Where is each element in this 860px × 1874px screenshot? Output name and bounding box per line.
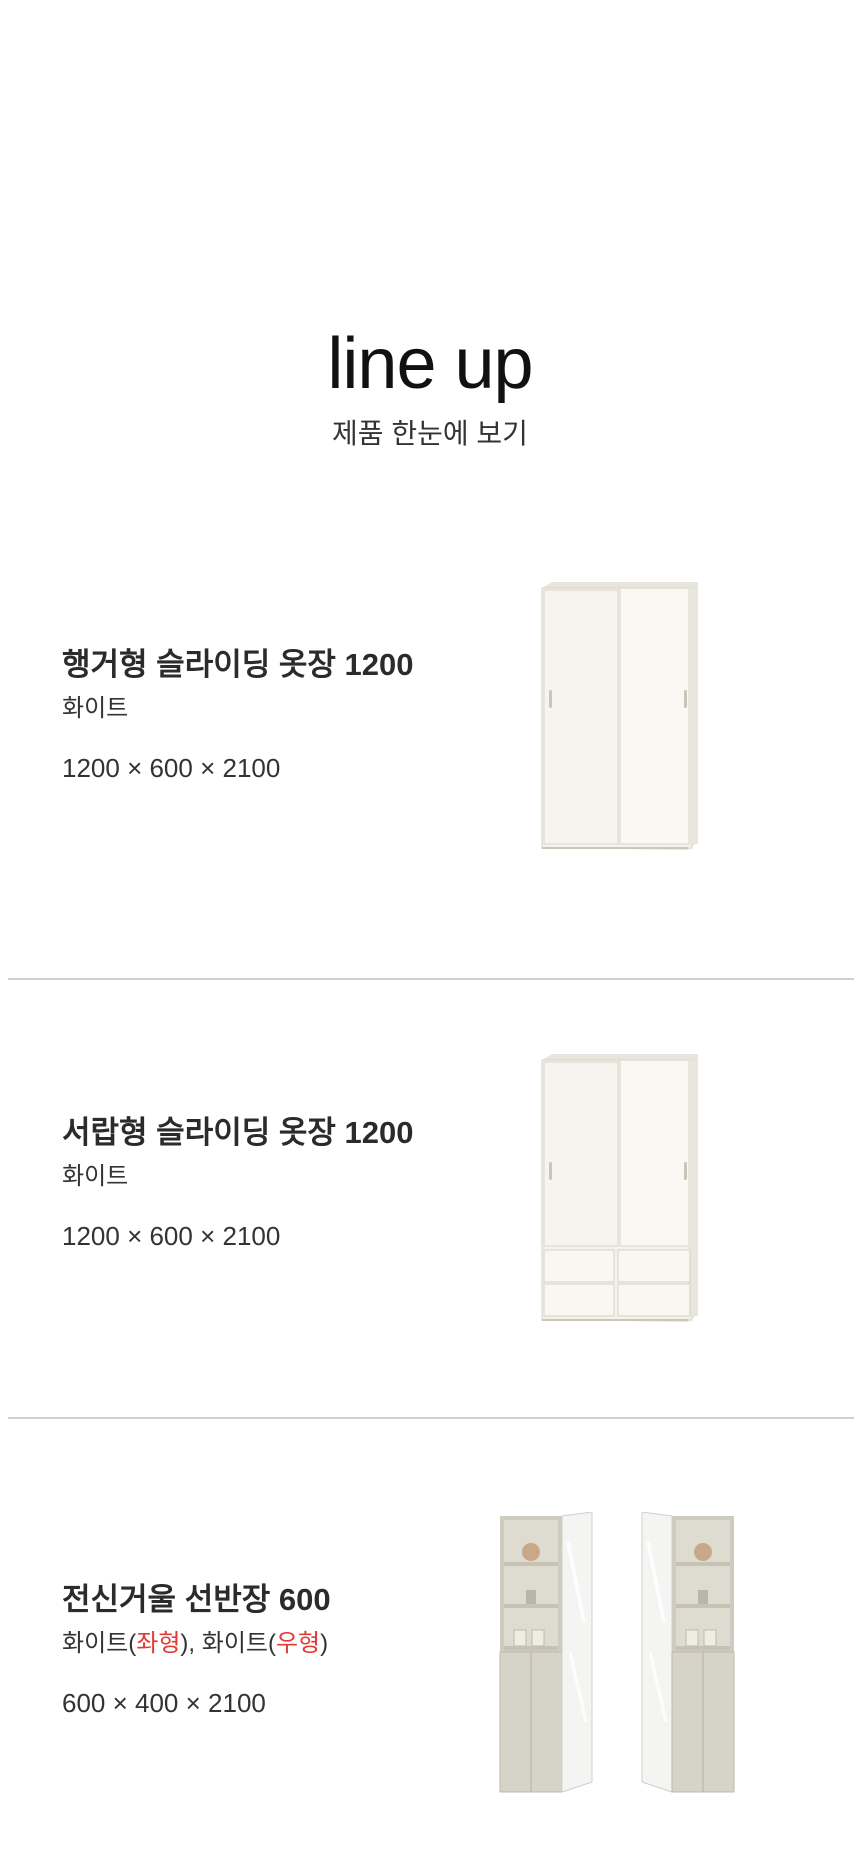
wardrobe-two-sliding-doors-image <box>541 582 698 850</box>
product-card-drawer-wardrobe[interactable]: 서랍형 슬라이딩 옷장 1200 화이트 1200 × 600 × 2100 <box>0 1020 860 1420</box>
left-type-label: 좌형 <box>136 1630 181 1657</box>
product-card-hanger-wardrobe[interactable]: 행거형 슬라이딩 옷장 1200 화이트 1200 × 600 × 2100 <box>0 550 860 950</box>
page-subtitle: 제품 한눈에 보기 <box>332 418 528 449</box>
product-card-mirror-shelf[interactable]: 전신거울 선반장 600 화이트(좌형), 화이트(우형) 600 × 400 … <box>0 1470 860 1870</box>
product-name: 행거형 슬라이딩 옷장 1200 <box>62 647 414 682</box>
lineup-header: line up 제품 한눈에 보기 <box>0 322 860 452</box>
mirror-shelf-cabinet-right-image <box>641 1512 735 1793</box>
page-title: line up <box>327 324 533 404</box>
product-info: 전신거울 선반장 600 화이트(좌형), 화이트(우형) 600 × 400 … <box>62 1580 331 1720</box>
product-color: 화이트 <box>62 1163 129 1190</box>
section-divider <box>8 978 854 980</box>
product-dimensions: 600 × 400 × 2100 <box>62 1688 266 1718</box>
product-dimensions: 1200 × 600 × 2100 <box>62 753 281 783</box>
product-color: 화이트(좌형), 화이트(우형) <box>62 1630 329 1657</box>
product-info: 행거형 슬라이딩 옷장 1200 화이트 1200 × 600 × 2100 <box>62 645 413 785</box>
product-name: 전신거울 선반장 600 <box>62 1582 331 1617</box>
section-divider <box>8 1417 854 1419</box>
right-type-label: 우형 <box>275 1630 321 1657</box>
product-info: 서랍형 슬라이딩 옷장 1200 화이트 1200 × 600 × 2100 <box>62 1113 413 1253</box>
mirror-shelf-cabinet-left-image <box>499 1512 593 1793</box>
product-color: 화이트 <box>62 695 129 722</box>
product-dimensions: 1200 × 600 × 2100 <box>62 1221 281 1251</box>
product-name: 서랍형 슬라이딩 옷장 1200 <box>62 1115 414 1150</box>
wardrobe-sliding-doors-with-drawers-image <box>541 1054 698 1322</box>
